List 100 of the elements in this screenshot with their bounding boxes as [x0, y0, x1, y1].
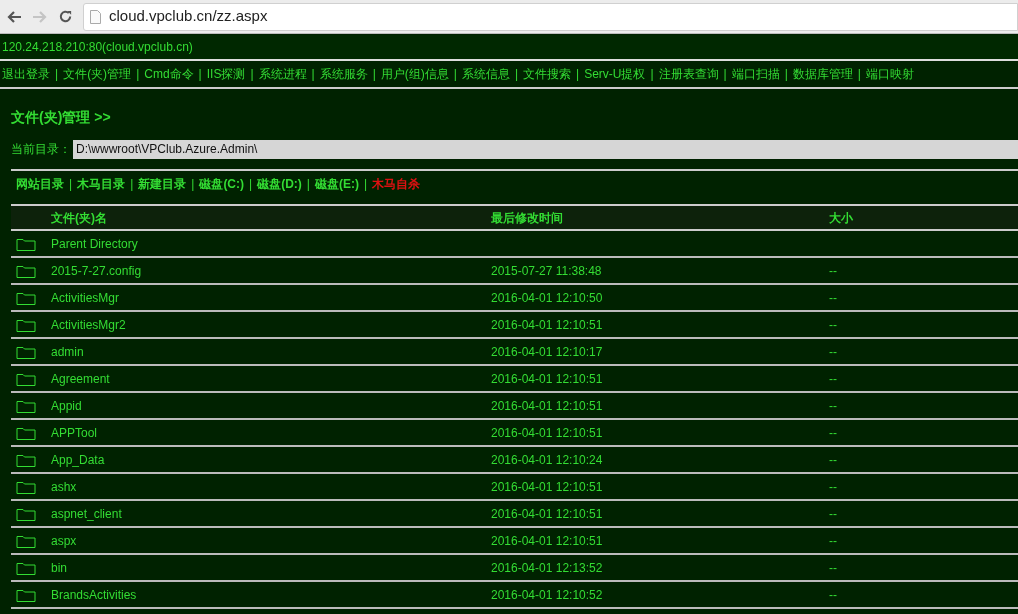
nav-link[interactable]: 文件(夹)管理: [63, 65, 132, 83]
separator: |: [650, 66, 654, 83]
separator: |: [784, 66, 788, 83]
modified-cell-text: 2016-04-01 12:10:51: [491, 397, 604, 415]
modified-cell-text: 2016-04-01 12:10:51: [491, 532, 604, 550]
nav-link[interactable]: 注册表查询: [658, 65, 719, 83]
separator: |: [372, 66, 376, 83]
nav-link[interactable]: 数据库管理: [792, 65, 853, 83]
folder-icon: [16, 263, 36, 278]
separator: |: [723, 66, 727, 83]
action-link[interactable]: 磁盘(C:): [199, 175, 245, 193]
folder-icon: [16, 344, 36, 359]
column-header: 文件(夹)名: [51, 209, 108, 227]
size-cell-text: --: [829, 370, 837, 388]
separator: |: [130, 176, 134, 193]
separator: |: [306, 176, 310, 193]
separator: |: [249, 176, 253, 193]
folder-icon: [16, 560, 36, 575]
size-cell-text: --: [829, 262, 837, 280]
file-name-link[interactable]: Parent Directory: [51, 234, 491, 253]
file-name-link[interactable]: Appid: [51, 396, 491, 415]
file-name-link[interactable]: 2015-7-27.config: [51, 261, 491, 280]
size-cell-text: --: [829, 532, 837, 550]
back-arrow-icon[interactable]: [6, 9, 22, 24]
folder-icon: [16, 479, 36, 494]
file-name-link[interactable]: ActivitiesMgr: [51, 288, 491, 307]
address-bar[interactable]: cloud.vpclub.cn/zz.aspx: [83, 2, 1018, 31]
folder-icon: [16, 371, 36, 386]
column-header: 大小: [829, 209, 853, 227]
file-name-link[interactable]: aspx: [51, 531, 491, 550]
file-name-link[interactable]: admin: [51, 342, 491, 361]
size-cell-text: --: [829, 343, 837, 361]
action-link[interactable]: 磁盘(D:): [257, 175, 302, 193]
modified-cell-text: 2016-04-01 12:10:24: [491, 451, 604, 469]
separator: |: [453, 66, 457, 83]
section-title: 文件(夹)管理 >>: [11, 108, 112, 127]
separator: |: [514, 66, 518, 83]
nav-link[interactable]: IIS探测: [206, 65, 246, 83]
current-dir-field[interactable]: D:\wwwroot\VPClub.Azure.Admin\: [73, 139, 1018, 159]
file-name-link[interactable]: ActivitiesMgr2: [51, 315, 491, 334]
nav-link[interactable]: Serv-U提权: [584, 65, 646, 83]
modified-cell-text: 2016-04-01 12:10:17: [491, 343, 604, 361]
nav-link[interactable]: 用户(组)信息: [380, 65, 449, 83]
modified-cell-text: 2015-07-27 11:38:48: [491, 262, 603, 280]
nav-link[interactable]: 系统进程: [258, 65, 307, 83]
separator: |: [576, 66, 580, 83]
action-link[interactable]: 磁盘(E:): [314, 175, 359, 193]
folder-icon: [16, 533, 36, 548]
size-cell-text: --: [829, 586, 837, 604]
separator: |: [311, 66, 315, 83]
size-cell-text: --: [829, 289, 837, 307]
folder-icon: [16, 425, 36, 440]
size-cell-text: --: [829, 451, 837, 469]
reload-icon[interactable]: [58, 9, 73, 24]
size-cell-text: --: [829, 505, 837, 523]
modified-cell-text: 2016-04-01 12:10:51: [491, 316, 604, 334]
nav-link[interactable]: 端口扫描: [731, 65, 780, 83]
current-dir-label: 当前目录：: [11, 141, 72, 158]
modified-cell-text: 2016-04-01 12:10:52: [491, 586, 604, 604]
modified-cell-text: 2016-04-01 12:10:51: [491, 505, 604, 523]
separator: |: [857, 66, 861, 83]
file-name-link[interactable]: APPTool: [51, 423, 491, 442]
nav-link[interactable]: Cmd命令: [144, 65, 194, 83]
folder-icon: [16, 317, 36, 332]
file-name-link[interactable]: BrandsActivities: [51, 585, 491, 604]
folder-icon: [16, 587, 36, 602]
size-cell-text: --: [829, 559, 837, 577]
size-cell-text: --: [829, 316, 837, 334]
nav-link[interactable]: 文件搜索: [523, 65, 571, 83]
page-icon: [90, 9, 101, 24]
size-cell-text: --: [829, 478, 837, 496]
folder-icon: [16, 398, 36, 413]
column-header: 最后修改时间: [491, 209, 564, 227]
separator: |: [69, 176, 73, 193]
file-name-link[interactable]: ashx: [51, 477, 491, 496]
action-link[interactable]: 木马目录: [77, 175, 126, 193]
modified-cell-text: 2016-04-01 12:10:51: [491, 478, 604, 496]
folder-icon: [16, 290, 36, 305]
nav-link[interactable]: 系统服务: [319, 65, 368, 83]
action-link[interactable]: 新建目录: [138, 175, 187, 193]
file-name-link[interactable]: aspnet_client: [51, 504, 491, 523]
folder-icon: [16, 506, 36, 521]
nav-link[interactable]: 系统信息: [461, 65, 510, 83]
separator: |: [136, 66, 140, 83]
host-text: 120.24.218.210:80(cloud.vpclub.cn): [2, 39, 193, 56]
modified-cell-text: 2016-04-01 12:10:50: [491, 289, 604, 307]
folder-icon: [16, 236, 36, 251]
action-link[interactable]: 网站目录: [16, 175, 64, 193]
file-name-link[interactable]: bin: [51, 558, 491, 577]
folder-icon: [16, 452, 36, 467]
url-text: cloud.vpclub.cn/zz.aspx: [109, 6, 268, 27]
size-cell-text: --: [829, 424, 837, 442]
nav-link[interactable]: 端口映射: [866, 65, 914, 83]
separator: |: [55, 66, 59, 83]
size-cell-text: --: [829, 397, 837, 415]
modified-cell-text: 2016-04-01 12:10:51: [491, 370, 604, 388]
file-name-link[interactable]: App_Data: [51, 450, 491, 469]
separator: |: [363, 176, 368, 193]
file-name-link[interactable]: Agreement: [51, 369, 491, 388]
nav-link[interactable]: 退出登录: [2, 65, 50, 83]
